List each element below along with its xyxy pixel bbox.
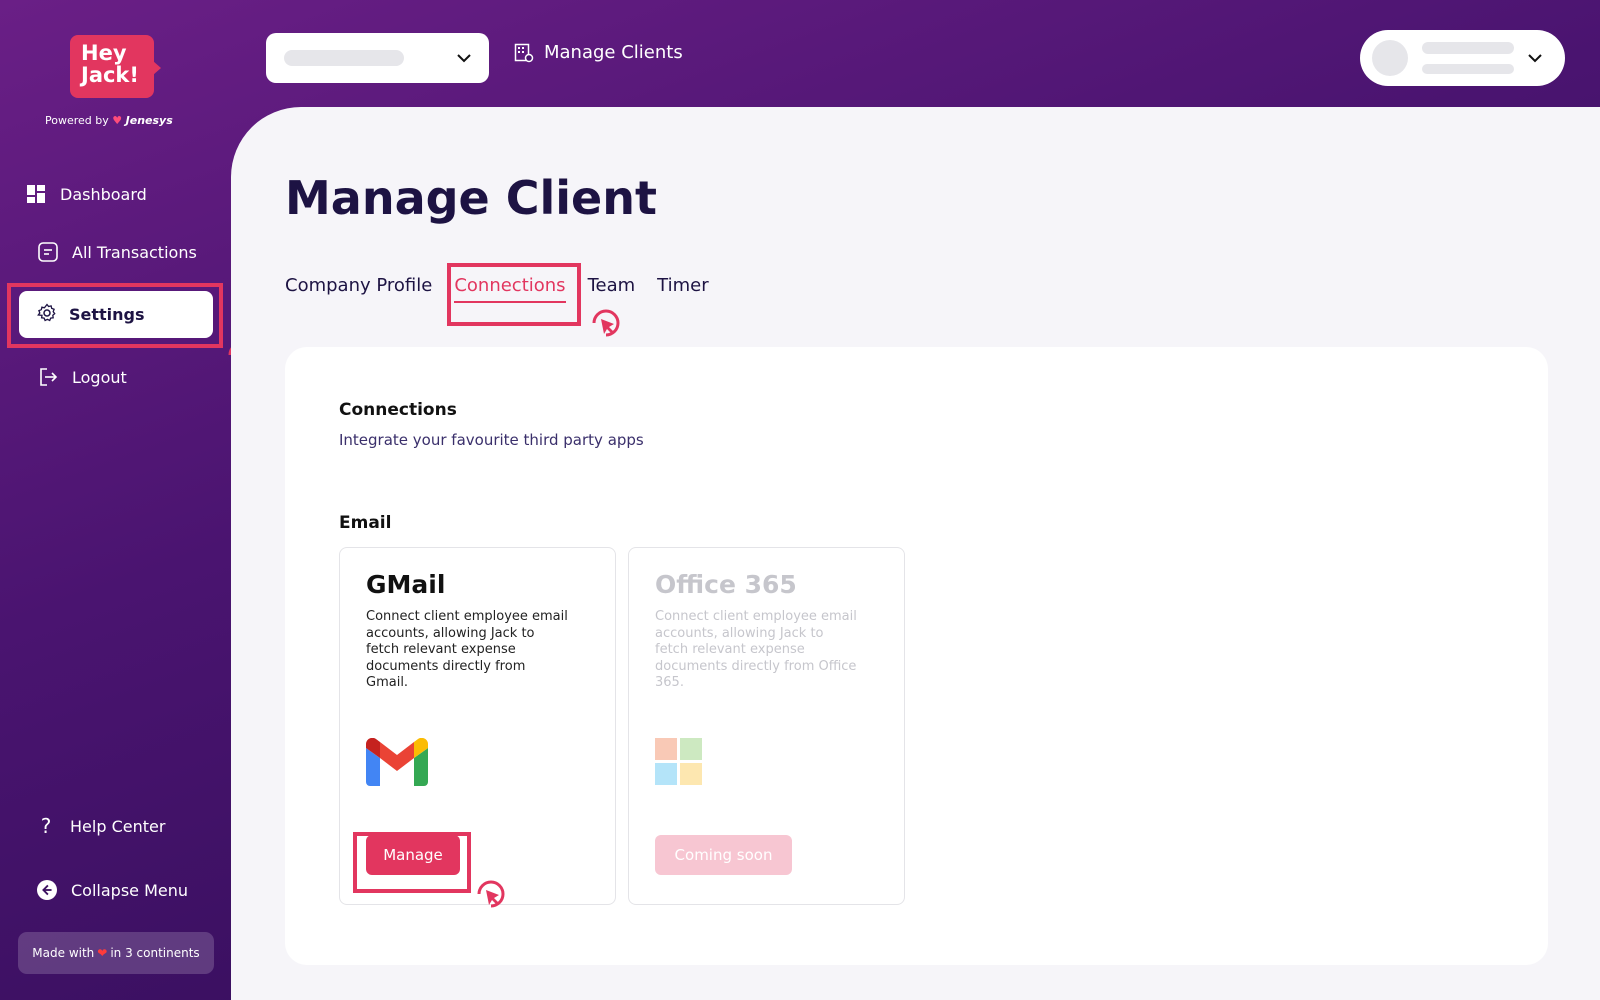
jenesys-icon: ♥: [112, 114, 123, 127]
gmail-card-title: GMail: [366, 570, 446, 599]
logo-line1: Hey: [81, 41, 127, 65]
gmail-card-description: Connect client employee email accounts, …: [366, 609, 568, 690]
logout-icon: [38, 367, 58, 387]
coming-soon-button: Coming soon: [655, 835, 792, 875]
settings-highlight: [7, 283, 223, 348]
sidebar-item-dashboard[interactable]: Dashboard: [26, 174, 147, 214]
collapse-arrow-icon: [37, 880, 57, 900]
email-section-label: Email: [339, 513, 392, 533]
cursor-click-icon: [592, 309, 620, 337]
client-select-placeholder: [284, 50, 404, 66]
user-menu[interactable]: [1360, 30, 1565, 86]
avatar: [1372, 40, 1408, 76]
sidebar: Hey Jack! Powered by ♥ Jenesys Dashboard…: [0, 0, 231, 1000]
sidebar-item-label: All Transactions: [72, 242, 197, 262]
connections-title: Connections: [339, 400, 457, 420]
chevron-down-icon: [1528, 54, 1542, 63]
page-title: Manage Client: [285, 171, 657, 225]
tab-timer[interactable]: Timer: [646, 269, 719, 309]
sidebar-item-label: Logout: [72, 367, 127, 387]
made-with-badge: Made with ❤ in 3 continents: [18, 932, 214, 974]
heyjack-logo[interactable]: Hey Jack!: [70, 35, 161, 98]
sidebar-item-label: Dashboard: [60, 184, 147, 204]
dashboard-icon: [26, 184, 46, 204]
user-name-placeholder: [1422, 42, 1514, 54]
main-content: Manage Client Company Profile Connection…: [231, 107, 1600, 1000]
powered-by: Powered by ♥ Jenesys: [45, 114, 173, 127]
manage-clients-link[interactable]: Manage Clients: [514, 42, 683, 63]
microsoft-icon: [655, 738, 703, 790]
help-center-link[interactable]: ? Help Center: [36, 806, 166, 846]
connections-panel: Connections Integrate your favourite thi…: [285, 347, 1548, 965]
cursor-click-icon: [477, 880, 505, 908]
chevron-down-icon: [457, 54, 471, 63]
user-info-placeholder: [1422, 42, 1514, 74]
gmail-icon: [366, 737, 428, 790]
office365-card: Office 365 Connect client employee email…: [628, 547, 905, 905]
manage-button-highlight: [353, 832, 471, 893]
client-select[interactable]: [266, 33, 489, 83]
question-icon: ?: [40, 814, 52, 838]
sidebar-item-transactions[interactable]: All Transactions: [38, 232, 197, 272]
connections-tab-highlight: [447, 263, 581, 326]
made-with-prefix: Made with: [32, 946, 95, 960]
help-center-label: Help Center: [70, 816, 166, 836]
powered-by-prefix: Powered by: [45, 114, 109, 127]
made-with-suffix: in 3 continents: [110, 946, 200, 960]
manage-clients-label: Manage Clients: [544, 42, 683, 63]
collapse-menu-label: Collapse Menu: [71, 880, 189, 900]
logo-line2: Jack!: [81, 63, 139, 87]
user-role-placeholder: [1422, 64, 1514, 74]
powered-by-brand: Jenesys: [125, 114, 173, 127]
office365-card-title: Office 365: [655, 570, 797, 599]
building-icon: [514, 43, 534, 62]
connections-subtitle: Integrate your favourite third party app…: [339, 431, 644, 449]
tab-company-profile[interactable]: Company Profile: [285, 269, 443, 309]
transactions-icon: [38, 242, 58, 262]
tab-team[interactable]: Team: [577, 269, 647, 309]
heart-icon: ❤: [97, 946, 108, 960]
sidebar-item-logout[interactable]: Logout: [38, 357, 127, 397]
collapse-menu-button[interactable]: Collapse Menu: [37, 870, 188, 910]
office365-card-description: Connect client employee email accounts, …: [655, 609, 857, 690]
